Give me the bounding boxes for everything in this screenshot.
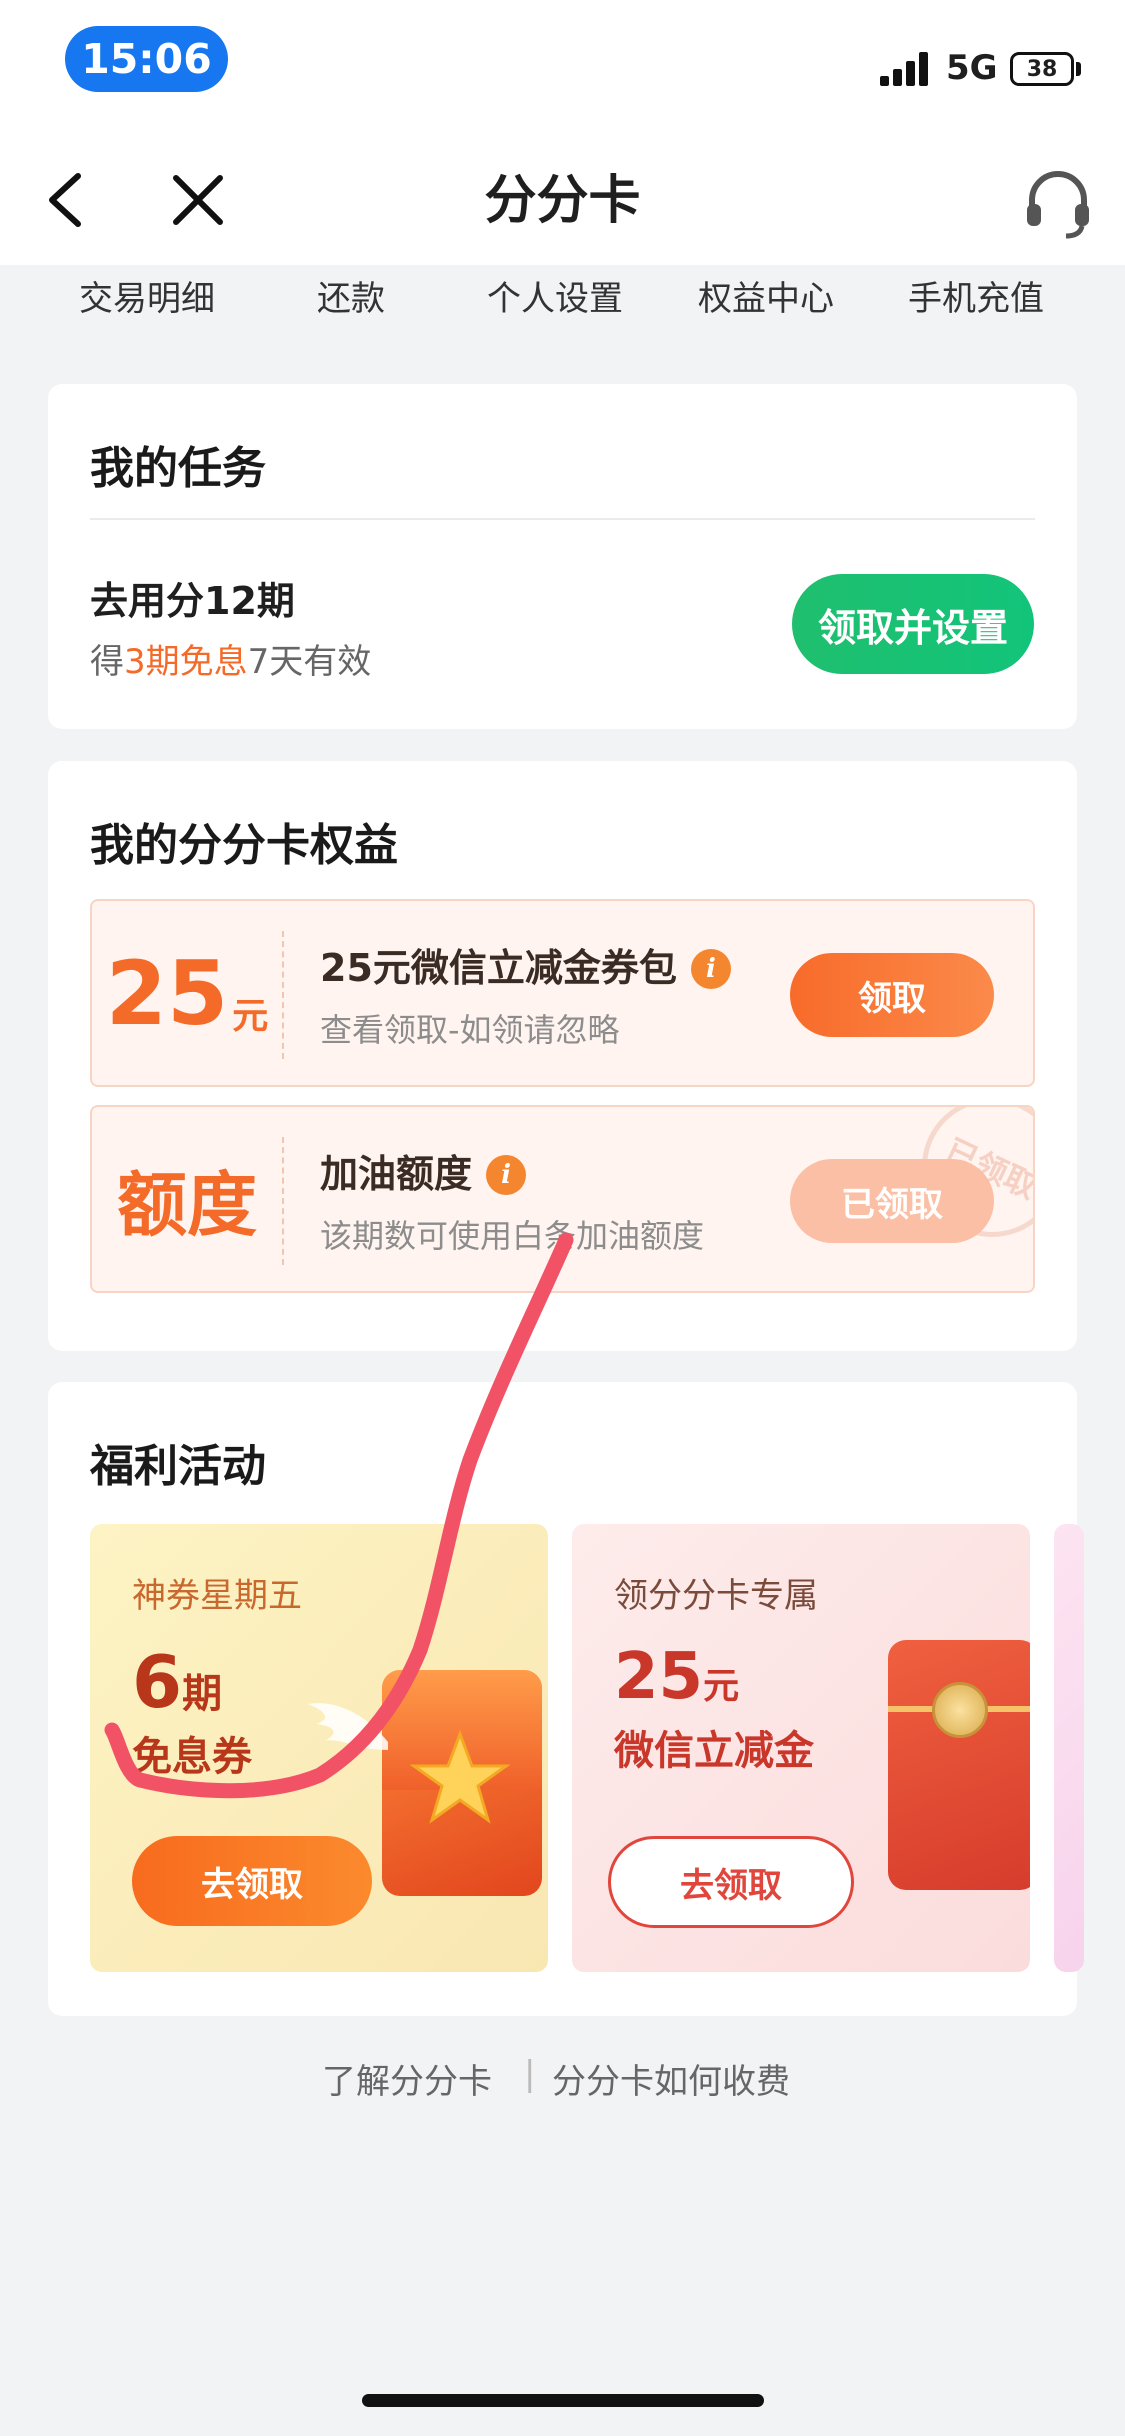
benefit-coupon-ticket: 25 元 25元微信立减金券包 i 查看领取-如领请忽略 领取 <box>90 899 1035 1087</box>
benefit-fuel-ticket: 额度 加油额度 i 该期数可使用白条加油额度 已领取 已领取 <box>90 1105 1035 1293</box>
coupon-amount: 25 元 <box>105 941 269 1045</box>
signal-icon <box>880 52 932 86</box>
footer-separator: | <box>524 2054 536 2094</box>
tab-repay[interactable]: 还款 <box>261 271 441 320</box>
network-type: 5G <box>946 48 998 88</box>
benefit-subtitle: 查看领取-如领请忽略 <box>320 1011 620 1049</box>
tab-bar: 交易明细 还款 个人设置 权益中心 手机充值 <box>0 265 1125 335</box>
benefits-card: 我的分分卡权益 25 元 25元微信立减金券包 i 查看领取-如领请忽略 领取 额度… <box>48 761 1077 1351</box>
tab-personal-settings[interactable]: 个人设置 <box>465 271 645 320</box>
task-description: 得3期免息7天有效 <box>90 642 372 682</box>
welfare-title: 福利活动 <box>90 1441 266 1492</box>
promo-card-exclusive[interactable]: 领分分卡专属 25元 微信立减金 去领取 <box>572 1524 1030 1972</box>
benefits-title: 我的分分卡权益 <box>90 820 398 871</box>
star-icon <box>410 1730 510 1824</box>
status-bar: 15:06 5G 38 <box>0 0 1125 130</box>
tasks-title: 我的任务 <box>90 443 266 494</box>
ticket-divider <box>282 931 284 1059</box>
benefit-title: 25元微信立减金券包 i <box>320 937 731 992</box>
tasks-card: 我的任务 去用分12期 得3期免息7天有效 领取并设置 <box>48 384 1077 729</box>
promo-tag: 神券星期五 <box>132 1576 302 1616</box>
task-name: 去用分12期 <box>90 579 295 623</box>
fuel-quota-label: 额度 <box>117 1163 257 1246</box>
promo-headline: 25元 <box>614 1640 740 1714</box>
claim-and-set-button[interactable]: 领取并设置 <box>792 574 1034 674</box>
ticket-divider <box>282 1137 284 1265</box>
claim-button[interactable]: 领取 <box>790 953 994 1037</box>
tab-transactions[interactable]: 交易明细 <box>57 271 237 320</box>
benefit-subtitle: 该期数可使用白条加油额度 <box>320 1217 705 1255</box>
promo-tag: 领分分卡专属 <box>614 1576 818 1616</box>
home-indicator <box>362 2394 764 2407</box>
promo-card-partial[interactable] <box>1054 1524 1084 1972</box>
status-time: 15:06 <box>65 26 228 92</box>
info-icon[interactable]: i <box>486 1155 527 1195</box>
fee-info-link[interactable]: 分分卡如何收费 <box>552 2054 790 2103</box>
red-envelope-image <box>382 1670 542 1896</box>
navigation-bar: 分分卡 <box>0 130 1125 265</box>
go-claim-button[interactable]: 去领取 <box>608 1836 854 1928</box>
promo-card-friday[interactable]: 神券星期五 6期 免息券 去领取 <box>90 1524 548 1972</box>
divider <box>90 518 1035 520</box>
learn-more-link[interactable]: 了解分分卡 <box>322 2054 492 2103</box>
wing-icon <box>308 1703 388 1750</box>
info-icon[interactable]: i <box>690 949 731 989</box>
promo-subheadline: 免息券 <box>132 1734 252 1780</box>
customer-service-icon[interactable] <box>1022 168 1094 240</box>
task-highlight: 3期免息 <box>124 642 248 682</box>
claimed-button: 已领取 <box>790 1159 994 1243</box>
battery-icon: 38 <box>1010 52 1074 86</box>
promo-subheadline: 微信立减金 <box>614 1728 814 1774</box>
tab-phone-recharge[interactable]: 手机充值 <box>886 271 1066 320</box>
promo-headline: 6期 <box>132 1640 223 1724</box>
tab-benefits-center[interactable]: 权益中心 <box>676 271 856 320</box>
page-title: 分分卡 <box>484 171 641 231</box>
benefit-title: 加油额度 i <box>320 1143 527 1198</box>
red-envelope-image <box>888 1640 1030 1890</box>
battery-nub <box>1076 62 1081 76</box>
go-claim-button[interactable]: 去领取 <box>132 1836 372 1926</box>
